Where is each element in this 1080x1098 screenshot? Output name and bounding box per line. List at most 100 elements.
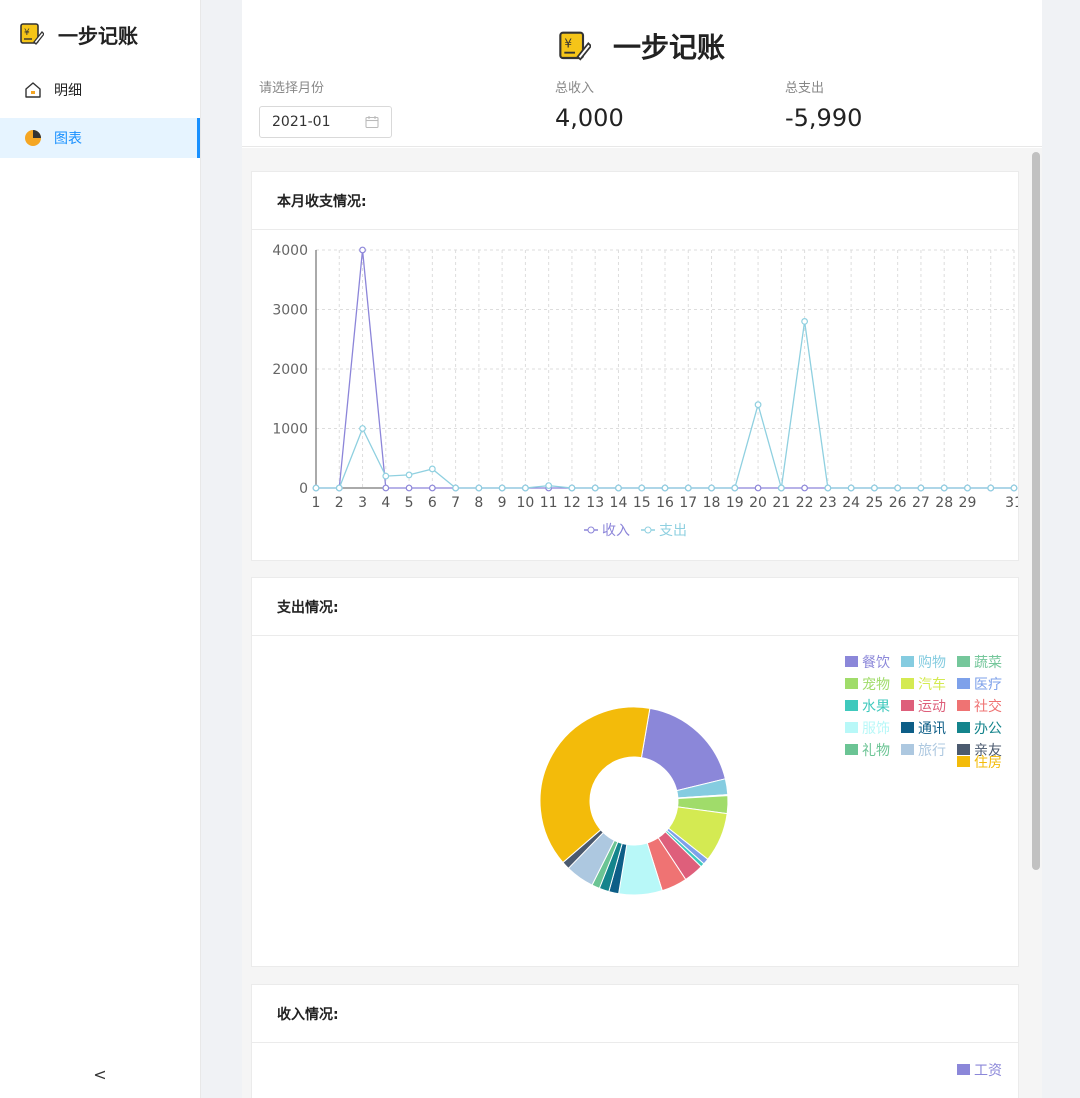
x-tick-label: 27 bbox=[912, 495, 930, 511]
x-tick-label: 22 bbox=[796, 495, 814, 511]
total-expense-label: 总支出 bbox=[785, 81, 825, 96]
app-title: 一步记账 bbox=[58, 23, 138, 48]
data-point bbox=[568, 484, 576, 492]
legend-label[interactable]: 礼物 bbox=[862, 743, 890, 759]
legend-label[interactable]: 工资 bbox=[974, 1063, 1002, 1079]
x-tick-label: 8 bbox=[474, 495, 483, 511]
legend-label[interactable]: 餐饮 bbox=[862, 655, 890, 671]
y-tick-label: 0 bbox=[299, 481, 308, 497]
page-title: ¥ 一步记账 bbox=[242, 26, 1042, 66]
total-income-value: 4,000 bbox=[555, 104, 624, 132]
data-point bbox=[661, 484, 669, 492]
ledger-logo-icon: ¥ bbox=[20, 23, 44, 45]
data-point bbox=[987, 484, 995, 492]
legend-label[interactable]: 收入 bbox=[602, 523, 630, 539]
legend-label[interactable]: 运动 bbox=[918, 699, 946, 715]
total-income-label: 总收入 bbox=[555, 81, 595, 96]
income-pie-card: 收入情况: 工资 bbox=[251, 984, 1019, 1098]
sidebar-item-chart[interactable]: 图表 bbox=[0, 118, 200, 158]
month-value: 2021-01 bbox=[272, 114, 331, 130]
x-tick-label: 6 bbox=[428, 495, 437, 511]
svg-text:¥: ¥ bbox=[564, 36, 572, 50]
data-point bbox=[894, 484, 902, 492]
sidebar-item-label: 图表 bbox=[54, 131, 82, 147]
month-label: 请选择月份 bbox=[259, 81, 325, 96]
legend-label[interactable]: 医疗 bbox=[974, 677, 1002, 693]
expense-pie-chart: 餐饮 购物 蔬菜宠物 汽车 医疗水果 运动 社交服饰 通讯 办公礼物 旅行 亲友住房 bbox=[539, 655, 1002, 896]
legend-marker bbox=[644, 526, 652, 534]
x-tick-label: 1 bbox=[312, 495, 321, 511]
calendar-icon bbox=[365, 116, 379, 129]
legend-label[interactable]: 汽车 bbox=[918, 676, 946, 693]
data-point bbox=[545, 482, 553, 490]
scrollbar-thumb[interactable] bbox=[1032, 152, 1040, 870]
data-point bbox=[684, 484, 692, 492]
x-tick-label: 11 bbox=[540, 495, 558, 511]
legend-label[interactable]: 住房 bbox=[974, 755, 1002, 771]
data-point bbox=[1010, 484, 1018, 492]
sidebar: ¥ 一步记账 明细 图表 < bbox=[0, 0, 201, 1098]
data-point bbox=[405, 471, 413, 479]
collapse-sidebar-button[interactable]: < bbox=[0, 1065, 200, 1084]
month-picker[interactable]: 2021-01 bbox=[259, 106, 392, 138]
legend-label[interactable]: 办公 bbox=[974, 721, 1002, 737]
data-point bbox=[801, 484, 808, 492]
legend-swatch bbox=[957, 1064, 970, 1075]
data-point bbox=[382, 472, 390, 480]
monthly-line-chart: 010002000300040001 2 3 4 5 6 7 8 9 10 11 12 13 14 15 16… bbox=[272, 243, 1023, 539]
x-tick-label: 31 bbox=[1005, 495, 1018, 511]
svg-text:¥: ¥ bbox=[24, 28, 30, 38]
monthly-line-card: 本月收支情况: 0 1000 2000 3000 4000 1 2 3 4 5 6 7 8 9 10 11 12… bbox=[251, 171, 1023, 561]
scrollbar[interactable] bbox=[1030, 148, 1042, 1098]
legend-swatch bbox=[901, 722, 914, 733]
pie-slice-餐饮[interactable] bbox=[640, 707, 726, 792]
card-title: 本月收支情况: bbox=[252, 172, 1018, 230]
x-tick-label: 10 bbox=[516, 495, 534, 511]
legend-label[interactable]: 水果 bbox=[862, 699, 890, 715]
page-title-text: 一步记账 bbox=[612, 31, 725, 64]
x-tick-label: 4 bbox=[381, 495, 390, 511]
data-point bbox=[871, 484, 878, 492]
data-point bbox=[382, 484, 390, 492]
legend-swatch bbox=[901, 744, 914, 755]
x-tick-label: 14 bbox=[610, 495, 628, 511]
legend-swatch bbox=[957, 722, 970, 733]
data-point bbox=[475, 484, 483, 492]
data-point bbox=[731, 484, 739, 492]
pie-chart-icon bbox=[25, 130, 41, 146]
y-tick-label: 3000 bbox=[272, 303, 308, 319]
x-tick-label: 9 bbox=[498, 495, 507, 511]
legend-swatch bbox=[901, 656, 914, 667]
legend-label[interactable]: 服饰 bbox=[862, 721, 890, 737]
data-point bbox=[708, 484, 715, 492]
x-tick-label: 23 bbox=[819, 495, 837, 511]
legend-swatch bbox=[845, 722, 858, 733]
header: ¥ 一步记账 请选择月份 2021-01 总收入 4,000 总支出 -5,99… bbox=[242, 0, 1042, 147]
brand: ¥ 一步记账 bbox=[0, 0, 200, 68]
card-title: 收入情况: bbox=[252, 985, 1018, 1043]
sidebar-item-detail[interactable]: 明细 bbox=[0, 70, 200, 110]
data-point bbox=[428, 465, 436, 473]
data-point bbox=[638, 484, 646, 492]
x-tick-label: 12 bbox=[563, 495, 581, 511]
data-point bbox=[428, 484, 436, 492]
data-point bbox=[591, 484, 599, 492]
data-point bbox=[801, 317, 808, 325]
legend-label[interactable]: 购物 bbox=[918, 655, 946, 671]
legend-label[interactable]: 蔬菜 bbox=[974, 655, 1002, 671]
data-point bbox=[359, 246, 366, 254]
legend-label[interactable]: 通讯 bbox=[918, 721, 946, 737]
data-point bbox=[917, 484, 925, 492]
data-point bbox=[754, 401, 762, 409]
legend-label[interactable]: 社交 bbox=[974, 698, 1002, 715]
data-point bbox=[498, 484, 506, 492]
data-point bbox=[940, 484, 948, 492]
y-tick-label: 2000 bbox=[272, 362, 308, 378]
x-tick-label: 25 bbox=[865, 495, 883, 511]
ledger-logo-icon: ¥ bbox=[559, 31, 591, 61]
legend-label[interactable]: 旅行 bbox=[918, 743, 946, 759]
main-panel: ¥ 一步记账 请选择月份 2021-01 总收入 4,000 总支出 -5,99… bbox=[242, 0, 1042, 1098]
legend-label[interactable]: 支出 bbox=[659, 523, 687, 539]
x-tick-label: 26 bbox=[889, 495, 907, 511]
legend-label[interactable]: 宠物 bbox=[862, 677, 890, 693]
